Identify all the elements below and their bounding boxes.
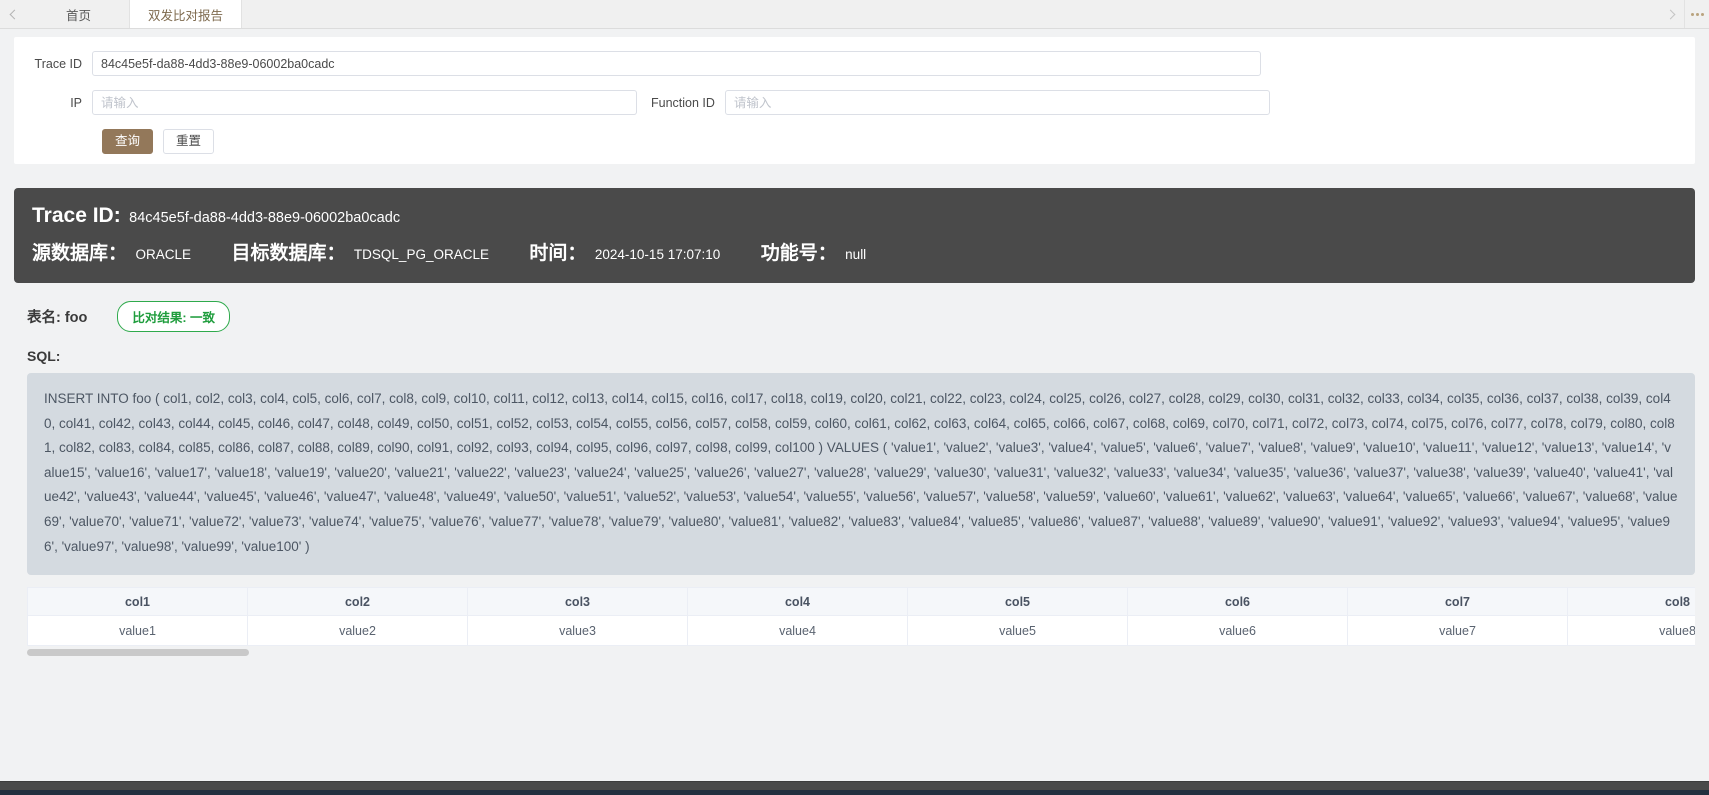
table-cell: value8	[1567, 615, 1695, 647]
compare-result-badge: 比对结果: 一致	[117, 301, 231, 332]
summary-meta-row: 源数据库： ORACLE 目标数据库： TDSQL_PG_ORACLE 时间： …	[32, 238, 1677, 265]
trace-summary-panel: Trace ID: 84c45e5f-da88-4dd3-88e9-06002b…	[14, 188, 1695, 283]
tab-more-button[interactable]	[1684, 0, 1709, 28]
trace-id-label: Trace ID	[34, 56, 82, 71]
sql-section-label: SQL:	[27, 348, 61, 364]
window-bottom-bar-accent	[0, 790, 1709, 795]
tab-home[interactable]: 首页	[28, 0, 130, 28]
table-cell: value4	[687, 615, 908, 647]
table-column-header: col5	[907, 587, 1128, 617]
table-column-header: col2	[247, 587, 468, 617]
table-column-header: col4	[687, 587, 908, 617]
table-cell: value3	[467, 615, 688, 647]
trace-id-input[interactable]	[92, 51, 1261, 76]
function-id-input[interactable]	[724, 90, 1270, 115]
summary-source-db-value: ORACLE	[135, 247, 191, 262]
page-content: Trace ID IP Function ID 查询 重置 Trace ID: …	[0, 29, 1709, 795]
summary-time: 时间： 2024-10-15 17:07:10	[529, 238, 720, 265]
function-id-label: Function ID	[651, 95, 715, 110]
tab-bar-filler	[242, 0, 1656, 28]
table-cell: value5	[907, 615, 1128, 647]
summary-trace-id-value: 84c45e5f-da88-4dd3-88e9-06002ba0cadc	[129, 210, 401, 226]
table-column-header: col6	[1127, 587, 1348, 617]
table-cell: value2	[247, 615, 468, 647]
table-cell: value1	[27, 615, 248, 647]
tab-dual-compare-report-label: 双发比对报告	[148, 8, 224, 23]
more-dots-icon	[1690, 12, 1704, 16]
summary-trace-id-label: Trace ID:	[32, 204, 121, 227]
table-cell: value6	[1127, 615, 1348, 647]
summary-target-db: 目标数据库： TDSQL_PG_ORACLE	[231, 238, 489, 265]
table-horizontal-scrollbar[interactable]	[27, 649, 1695, 657]
tab-bar: 首页 双发比对报告	[0, 0, 1709, 29]
table-column-header: col7	[1347, 587, 1568, 617]
summary-trace-id-row: Trace ID: 84c45e5f-da88-4dd3-88e9-06002b…	[32, 204, 1677, 228]
query-button[interactable]: 查询	[102, 129, 154, 154]
summary-function-no-value: null	[845, 247, 867, 262]
reset-button[interactable]: 重置	[163, 129, 215, 154]
tab-scroll-right-button[interactable]	[1656, 0, 1684, 28]
tab-scroll-left-button[interactable]	[0, 0, 28, 28]
summary-target-db-value: TDSQL_PG_ORACLE	[353, 247, 489, 262]
sql-statement-text: INSERT INTO foo ( col1, col2, col3, col4…	[27, 373, 1695, 576]
result-data-table: col1col2col3col4col5col6col7col8col9col1…	[27, 587, 1695, 647]
summary-time-value: 2024-10-15 17:07:10	[594, 247, 721, 262]
form-row-actions: 查询 重置	[14, 129, 1695, 154]
summary-source-db: 源数据库： ORACLE	[32, 238, 191, 265]
table-horizontal-scrollbar-thumb[interactable]	[27, 649, 249, 657]
table-column-header: col3	[467, 587, 688, 617]
summary-time-label: 时间：	[529, 243, 587, 264]
table-header-row: col1col2col3col4col5col6col7col8col9col1…	[27, 587, 1695, 617]
summary-target-db-label: 目标数据库：	[231, 243, 346, 264]
summary-function-no: 功能号： null	[761, 238, 866, 265]
table-column-header: col1	[27, 587, 248, 617]
summary-source-db-label: 源数据库：	[32, 243, 128, 264]
form-row-ip-function: IP Function ID	[14, 90, 1695, 115]
ip-label: IP	[70, 95, 82, 110]
table-name-label: 表名: foo	[27, 310, 88, 326]
result-data-table-wrapper[interactable]: col1col2col3col4col5col6col7col8col9col1…	[27, 587, 1695, 647]
result-data-table-head: col1col2col3col4col5col6col7col8col9col1…	[27, 587, 1695, 617]
form-row-trace-id: Trace ID	[14, 51, 1695, 76]
window-bottom-bar	[0, 781, 1709, 795]
table-row: value1 value2 value3 value4 value5 value6 valu…	[27, 615, 1695, 647]
chevron-right-icon	[1665, 9, 1675, 19]
table-cell: value7	[1347, 615, 1568, 647]
tab-home-label: 首页	[65, 8, 91, 23]
table-column-header: col8	[1567, 587, 1695, 617]
chevron-left-icon	[9, 9, 19, 19]
ip-input[interactable]	[92, 90, 637, 115]
tab-dual-compare-report[interactable]: 双发比对报告	[130, 0, 243, 28]
filter-form-card: Trace ID IP Function ID 查询 重置	[14, 37, 1695, 164]
report-table-heading: 表名: foo 比对结果: 一致	[14, 301, 1695, 332]
result-data-table-body: value1 value2 value3 value4 value5 value6 valu…	[27, 615, 1695, 647]
summary-function-no-label: 功能号：	[760, 243, 837, 264]
